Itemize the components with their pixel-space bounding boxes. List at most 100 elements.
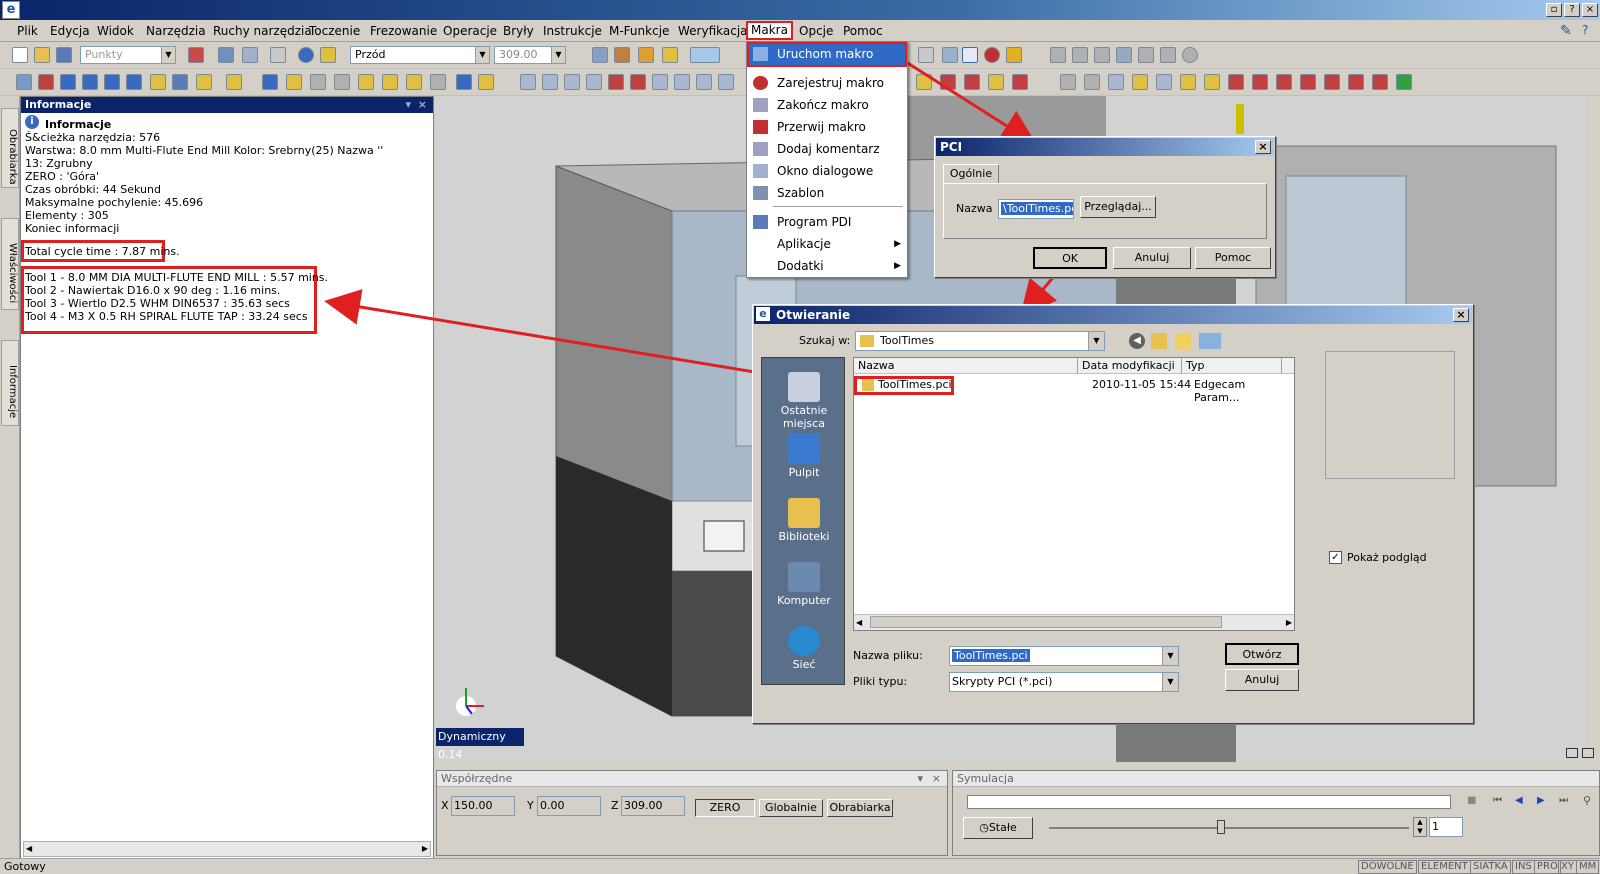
redo-icon[interactable] [242,47,258,63]
move-icon[interactable] [82,74,98,90]
pin-icon[interactable]: ▾ [405,97,411,113]
tab-wlasciwosci[interactable]: Właściwości [1,218,19,310]
chevron-down-icon[interactable]: ▼ [1162,673,1178,691]
delete-icon[interactable] [270,47,286,63]
place-network[interactable]: Sieć [762,626,846,671]
menu-edycja[interactable]: Edycja [47,23,93,39]
slot-icon[interactable] [586,74,602,90]
menu-item-szablon[interactable]: Szablon [747,182,907,204]
menu-instrukcje[interactable]: Instrukcje [540,23,605,39]
menu-weryfikacja[interactable]: Weryfikacja [675,23,751,39]
sim-play-icon[interactable]: ▶ [1537,795,1545,806]
hand-icon[interactable] [286,74,302,90]
op-icon-3[interactable] [964,74,980,90]
undo-icon[interactable] [218,47,234,63]
query-icon[interactable] [320,47,336,63]
close-icon[interactable]: × [1453,308,1469,322]
scroll-thumb[interactable] [870,616,1222,628]
preview-checkbox[interactable]: ✓ [1329,551,1342,564]
close-app-button[interactable]: × [1582,3,1598,17]
layer-icon-5[interactable] [1138,47,1154,63]
menu-item-zarejestruj-makro[interactable]: Zarejestruj makro [747,72,907,94]
chevron-down-icon[interactable]: ▼ [1162,647,1178,665]
new-folder-icon[interactable] [1175,333,1191,349]
place-libraries[interactable]: Biblioteki [762,498,846,543]
scroll-left-icon[interactable]: ◀ [856,615,862,630]
status-ins[interactable]: INS [1512,860,1535,874]
cycle-icon-14[interactable] [1372,74,1388,90]
grid-icon[interactable] [592,47,608,63]
col-name[interactable]: Nazwa [854,358,1078,374]
layer-icon-6[interactable] [1160,47,1176,63]
drill-icon[interactable] [172,74,188,90]
thread-icon[interactable] [718,74,734,90]
sim-first-icon[interactable]: ⏮ [1493,795,1502,806]
up-folder-icon[interactable] [1151,333,1167,349]
status-element[interactable]: ELEMENT [1418,860,1471,874]
step-icon[interactable] [456,74,472,90]
arrow-down-icon[interactable] [60,74,76,90]
speed-slider-track[interactable] [1049,827,1409,829]
maximize-view-icon[interactable] [1582,748,1594,758]
cut-icon[interactable] [38,74,54,90]
scroll-left-icon[interactable]: ◀ [26,842,32,856]
scroll-right-icon[interactable]: ▶ [422,842,428,856]
open-button[interactable]: Otwórz [1225,643,1299,665]
op-icon-5[interactable] [1012,74,1028,90]
machine-icon[interactable] [1006,47,1022,63]
app-icon[interactable]: e [2,1,20,19]
zero-button[interactable]: ZERO [695,799,755,817]
cycle-icon-2[interactable] [1084,74,1100,90]
op-icon-4[interactable] [988,74,1004,90]
cycle-icon-6[interactable] [1180,74,1196,90]
place-computer[interactable]: Komputer [762,562,846,607]
z-field[interactable]: 309.00 [621,796,685,816]
exit-icon[interactable] [962,47,978,63]
pci-name-input[interactable]: \ToolTimes.pci [998,199,1074,219]
menu-frezowanie[interactable]: Frezowanie [367,23,440,39]
info-hscrollbar[interactable]: ◀ ▶ [23,841,431,857]
menu-item-przerwij-makro[interactable]: Przerwij makro [747,116,907,138]
tap-icon[interactable] [196,74,212,90]
hole-icon[interactable] [652,74,668,90]
close-icon[interactable]: × [418,97,427,113]
menu-m-funkcje[interactable]: M-Funkcje [606,23,672,39]
view-combo[interactable]: Przód ▼ [350,46,490,64]
eraser-icon[interactable] [188,47,204,63]
info-icon[interactable] [298,47,314,63]
menu-item-dodaj-komentarz[interactable]: Dodaj komentarz [747,138,907,160]
menu-item-uruchom-makro[interactable]: Uruchom makro [747,43,907,65]
file-list-hscrollbar[interactable]: ◀ ▶ [854,614,1294,630]
status-pro[interactable]: PRO [1534,860,1561,874]
new-file-icon[interactable] [12,47,28,63]
place-desktop[interactable]: Pulpit [762,434,846,479]
menu-toczenie[interactable]: Toczenie [306,23,363,39]
cycle-icon-3[interactable] [1108,74,1124,90]
tile-icon[interactable] [1566,748,1578,758]
cycle-icon-9[interactable] [1252,74,1268,90]
cycle-icon-1[interactable] [1060,74,1076,90]
sim-mode-button[interactable]: ◷Stałe [963,817,1033,839]
tab-obrabiarka[interactable]: Obrabiarka [1,108,19,188]
menu-narzedzia[interactable]: Narzędzia [143,23,209,39]
cancel-open-button[interactable]: Anuluj [1225,669,1299,691]
menu-item-okno-dialogowe[interactable]: Okno dialogowe [747,160,907,182]
layer-icon-1[interactable] [1050,47,1066,63]
sphere-icon[interactable] [1182,47,1198,63]
col-date[interactable]: Data modyfikacji [1078,358,1182,374]
menu-item-aplikacje[interactable]: Aplikacje ▶ [747,233,907,255]
link-icon[interactable] [262,74,278,90]
op-icon-1[interactable] [916,74,932,90]
cycle-icon-12[interactable] [1324,74,1340,90]
z-level-combo[interactable]: 309.00 ▼ [494,46,566,64]
sim-progress[interactable] [967,795,1451,809]
global-button[interactable]: Globalnie [759,799,823,817]
menu-bryly[interactable]: Bryły [500,23,537,39]
tab-informacje[interactable]: Informacje [1,340,19,426]
cycle-icon-15[interactable] [1396,74,1412,90]
file-row[interactable]: ToolTimes.pci 2010-11-05 15:44 Edgecam P… [854,376,1294,404]
updown-icon[interactable] [630,74,646,90]
spanner-icon[interactable] [406,74,422,90]
status-mm[interactable]: MM [1576,860,1600,874]
status-xy[interactable]: XY [1558,860,1577,874]
